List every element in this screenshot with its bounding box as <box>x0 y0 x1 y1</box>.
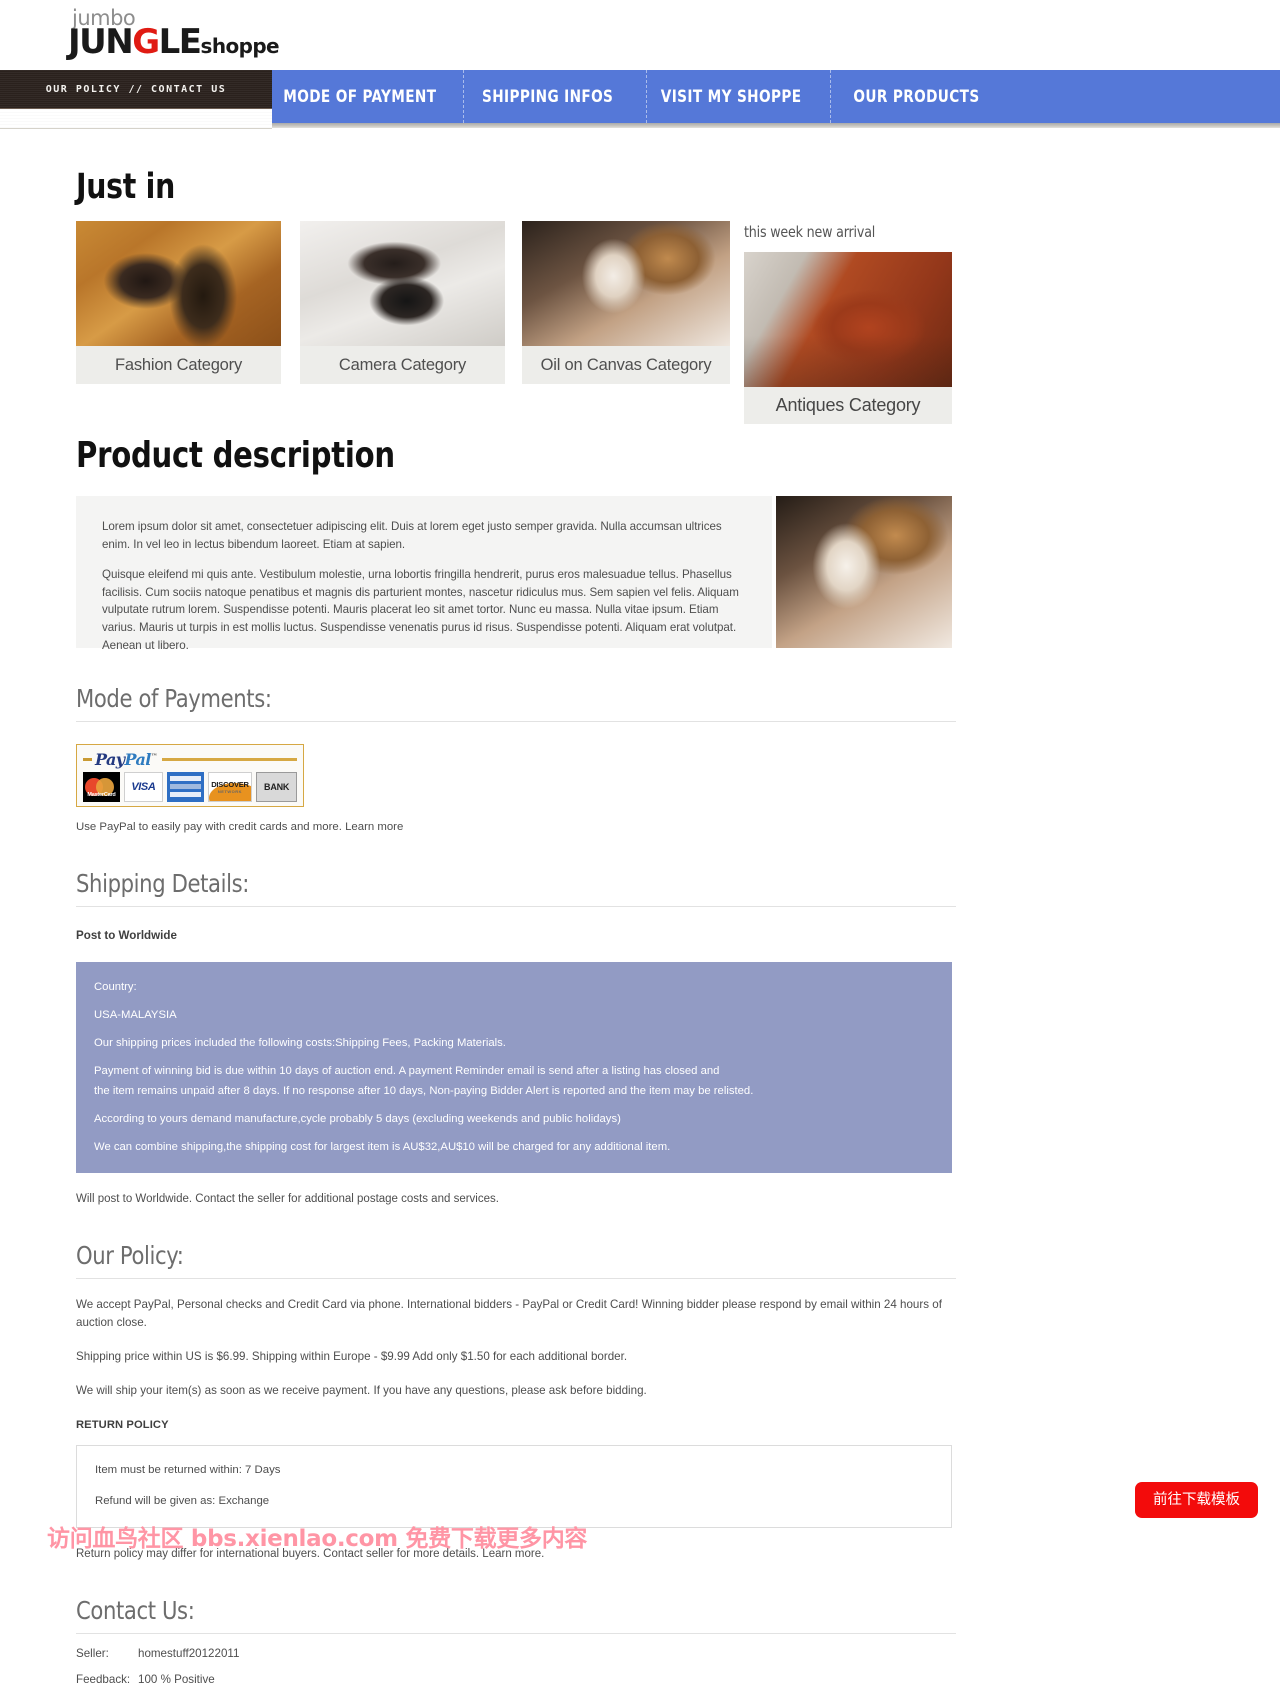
amex-band <box>169 792 201 797</box>
our-policy-title: Our Policy: <box>76 1241 184 1271</box>
product-description-block: Lorem ipsum dolor sit amet, consectetuer… <box>76 496 956 652</box>
section-divider <box>76 721 956 722</box>
nav-item-visit-my-shoppe[interactable]: VISIT MY SHOPPE <box>646 70 815 123</box>
download-template-button[interactable]: 前往下载模板 <box>1135 1482 1258 1518</box>
category-card-label: Oil on Canvas Category <box>522 346 730 384</box>
dslr-camera-photo-image <box>300 221 505 346</box>
seller-value: homestuff20122011 <box>138 1646 240 1660</box>
section-divider <box>76 1632 956 1634</box>
discover-icon: DISCOVER NETWORK <box>207 772 253 802</box>
paypal-badge[interactable]: PayPal™ MasterCard VISA DISCOVER NETWORK… <box>76 744 304 807</box>
nav-item-mode-of-payment[interactable]: MODE OF PAYMENT <box>272 70 448 123</box>
feedback-line: Feedback: 100 % Positive <box>76 1673 956 1686</box>
accepted-cards-row: MasterCard VISA DISCOVER NETWORK BANK <box>81 770 299 802</box>
paypal-pay-text: Pay <box>95 749 125 769</box>
contact-us-section: Contact Us: Seller: homestuff20122011 Fee… <box>76 1596 956 1686</box>
shipping-line: Country: <box>94 981 137 993</box>
category-card-oil-on-canvas[interactable]: Oil on Canvas Category <box>522 221 730 384</box>
category-card-label: Camera Category <box>300 346 505 384</box>
shipping-line: USA-MALAYSIA <box>94 1009 177 1022</box>
section-divider <box>76 1278 956 1280</box>
mode-of-payments-section: Mode of Payments: PayPal™ MasterCard VIS… <box>76 684 956 833</box>
paypal-pal-text: Pal <box>124 749 151 769</box>
mastercard-label: MasterCard <box>87 792 116 798</box>
seller-label: Seller: <box>76 1646 109 1660</box>
category-card-label: Fashion Category <box>76 346 281 384</box>
navigation-bar: OUR POLICY // CONTACT US MODE OF PAYMENT… <box>0 70 1280 129</box>
our-policy-section: Our Policy: We accept PayPal, Personal c… <box>76 1241 956 1560</box>
new-arrival-label: this week new arrival <box>744 223 876 241</box>
paypal-note: Use PayPal to easily pay with credit car… <box>76 821 404 833</box>
return-policy-line: Item must be returned within: 7 Days <box>95 1463 281 1476</box>
description-paragraph: Lorem ipsum dolor sit amet, consectetuer… <box>102 520 722 551</box>
shipping-info-block: Country: USA-MALAYSIA Our shipping price… <box>76 962 952 1174</box>
paypal-dash-icon <box>83 757 92 761</box>
feedback-label: Feedback: <box>76 1672 131 1686</box>
paypal-wordmark: PayPal™ <box>95 749 158 769</box>
return-policy-heading: RETURN POLICY <box>76 1418 169 1431</box>
main-nav: MODE OF PAYMENT SHIPPING INFOS VISIT MY … <box>272 70 1280 128</box>
bank-icon: BANK <box>256 772 297 802</box>
category-card-fashion[interactable]: Fashion Category <box>76 221 281 384</box>
discover-sublabel: NETWORK <box>217 789 243 794</box>
description-paragraph: Quisque eleifend mi quis ante. Vestibulu… <box>102 568 739 652</box>
return-policy-line: Refund will be given as: Exchange <box>95 1494 270 1507</box>
amex-band <box>169 776 201 781</box>
policy-contact-tab[interactable]: OUR POLICY // CONTACT US <box>0 70 272 109</box>
product-description-text: Lorem ipsum dolor sit amet, consectetuer… <box>76 496 772 652</box>
category-grid: this week new arrival Fashion Category C… <box>76 221 956 424</box>
page-content: Just in this week new arrival Fashion Ca… <box>0 128 1280 1686</box>
shipping-line: Payment of winning bid is due within 10 … <box>94 1065 720 1078</box>
category-card-antiques[interactable]: Antiques Category <box>744 252 952 424</box>
paypal-tm-icon: ™ <box>150 751 158 761</box>
visa-icon: VISA <box>123 772 163 802</box>
policy-contact-tab-label: OUR POLICY // CONTACT US <box>45 84 227 95</box>
policy-paragraph: We accept PayPal, Personal checks and Cr… <box>76 1298 942 1329</box>
antique-chest-photo-image <box>744 252 952 387</box>
site-header: jumbo JUNGLEshoppe <box>0 0 1280 70</box>
kitten-photo-image <box>522 221 730 346</box>
feedback-value: 100 % Positive <box>138 1672 215 1686</box>
site-logo[interactable]: jumbo JUNGLEshoppe <box>68 8 280 62</box>
shipping-after-note: Will post to Worldwide. Contact the sell… <box>76 1193 499 1206</box>
policy-paragraph: Shipping price within US is $6.99. Shipp… <box>76 1350 628 1363</box>
shipping-line: According to yours demand manufacture,cy… <box>94 1113 621 1126</box>
mastercard-icon: MasterCard <box>83 772 120 802</box>
shipping-details-section: Shipping Details: Post to Worldwide Coun… <box>76 869 956 1205</box>
logo-main-text: JUNGLEshoppe <box>68 22 280 62</box>
product-kitten-photo-image <box>776 496 952 648</box>
logo-g-icon: G <box>132 22 160 62</box>
shipping-line: We can combine shipping,the shipping cos… <box>94 1141 671 1154</box>
contact-us-title: Contact Us: <box>76 1595 195 1625</box>
mode-of-payments-title: Mode of Payments: <box>76 684 272 713</box>
discover-label: DISCOVER <box>211 780 249 789</box>
nav-item-our-products[interactable]: OUR PRODUCTS <box>830 70 1002 123</box>
logo-le: LE <box>158 22 202 62</box>
product-description-title: Product description <box>76 435 395 476</box>
policy-tab-shadow <box>0 109 272 129</box>
amex-band <box>169 784 201 789</box>
return-policy-box: Item must be returned within: 7 Days Ref… <box>76 1444 952 1528</box>
logo-jun: JUN <box>68 22 134 62</box>
nav-item-shipping-infos[interactable]: SHIPPING INFOS <box>463 70 631 123</box>
policy-paragraph: We will ship your item(s) as soon as we … <box>76 1384 647 1398</box>
category-card-camera[interactable]: Camera Category <box>300 221 505 384</box>
page-root: jumbo JUNGLEshoppe OUR POLICY // CONTACT… <box>0 0 1280 1686</box>
post-to-worldwide-label: Post to Worldwide <box>76 929 177 942</box>
shipping-details-title: Shipping Details: <box>76 869 250 898</box>
american-express-icon <box>166 772 204 802</box>
logo-shoppe: shoppe <box>200 34 280 58</box>
shipping-line: the item remains unpaid after 8 days. If… <box>94 1085 754 1098</box>
paypal-rule-line <box>162 757 297 761</box>
sandals-photo-image <box>76 221 281 346</box>
paypal-logo: PayPal™ <box>81 748 299 770</box>
section-divider <box>76 906 956 907</box>
shipping-line: Our shipping prices included the followi… <box>94 1037 506 1050</box>
seller-line: Seller: homestuff20122011 <box>76 1647 956 1660</box>
return-policy-note: Return policy may differ for internation… <box>76 1547 545 1560</box>
just-in-title: Just in <box>76 167 175 207</box>
